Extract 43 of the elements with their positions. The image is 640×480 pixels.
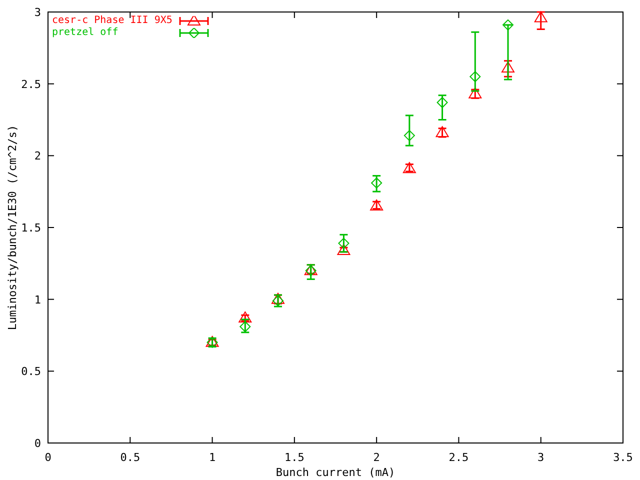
data-point — [404, 114, 416, 146]
data-point — [370, 198, 384, 210]
data-point — [402, 162, 416, 174]
legend-label: cesr-c Phase III 9X5 — [52, 15, 174, 26]
legend-marker-icon — [179, 28, 209, 38]
point — [338, 238, 350, 249]
y-tick-label: 0.5 — [21, 365, 41, 378]
point — [436, 97, 448, 108]
y-tick-label: 2 — [34, 150, 41, 163]
y-tick-label: 0 — [34, 437, 41, 450]
x-tick-label: 2 — [373, 451, 380, 464]
data-point — [271, 292, 285, 304]
point — [371, 177, 382, 188]
x-axis-label: Bunch current (mA) — [276, 466, 396, 479]
y-axis-label: Luminosity/bunch/1E30 (/cm^2/s) — [6, 124, 19, 330]
data-point — [305, 264, 317, 280]
point — [470, 71, 481, 82]
y-tick-label: 3 — [34, 6, 41, 19]
x-tick-label: 0 — [44, 451, 52, 464]
y-tick-label: 1 — [34, 293, 41, 306]
legend-label: pretzel off — [52, 27, 120, 38]
data-point — [238, 311, 252, 322]
y-tick-label: 1.5 — [21, 222, 41, 234]
x-tick-label: 3.5 — [613, 451, 633, 464]
x-tick-label: 2.5 — [448, 451, 469, 464]
x-tick-label: 1.5 — [284, 451, 304, 464]
data-point — [534, 10, 548, 30]
data-point — [435, 126, 450, 138]
data-point — [272, 294, 284, 308]
x-tick-label: 3 — [538, 451, 544, 464]
point — [502, 19, 514, 30]
point — [404, 130, 415, 142]
data-point — [304, 264, 318, 276]
data-point — [239, 318, 251, 334]
data-point — [370, 175, 382, 192]
point — [534, 11, 548, 22]
point — [502, 62, 514, 73]
data-point — [436, 94, 448, 120]
legend-marker-icon — [179, 16, 209, 26]
y-tick-label: 2.5 — [21, 78, 41, 91]
x-tick-label: 0.5 — [120, 451, 140, 464]
point — [240, 321, 251, 332]
x-tick-label: 1 — [208, 451, 216, 464]
